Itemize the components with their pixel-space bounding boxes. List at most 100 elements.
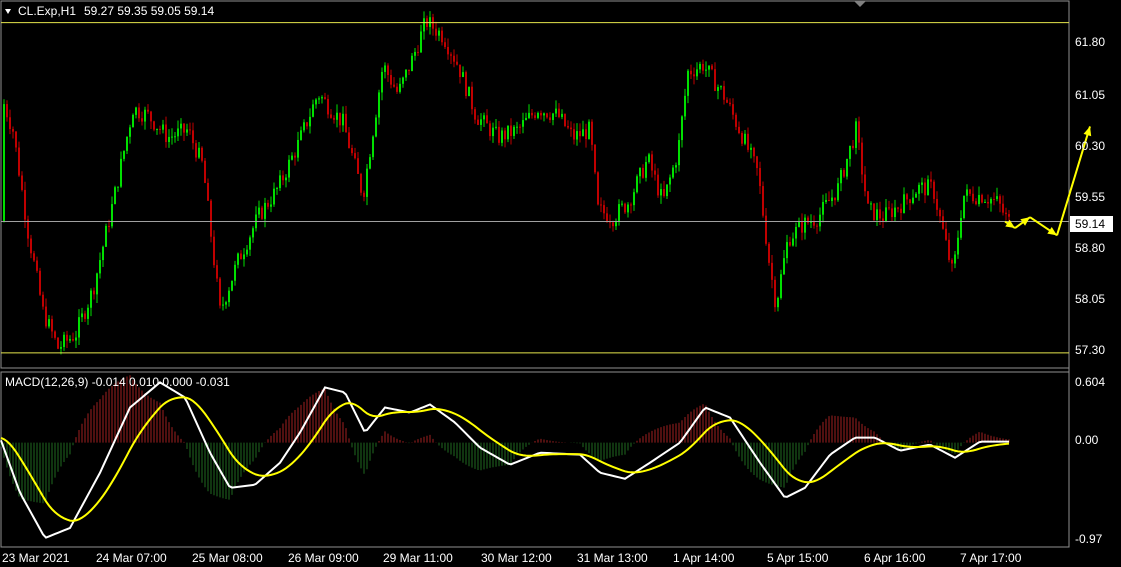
candle-body — [510, 125, 512, 136]
candle-body — [627, 204, 629, 213]
candle-body — [348, 132, 350, 149]
candle-body — [948, 239, 950, 260]
candle-body — [213, 236, 215, 266]
candle-body — [117, 186, 119, 188]
candle-body — [90, 290, 92, 308]
candle-body — [309, 116, 311, 127]
price-pane[interactable] — [0, 0, 1070, 369]
candle-body — [486, 115, 488, 124]
candle-body — [792, 238, 794, 246]
candle-body — [162, 124, 164, 130]
candle-body — [240, 253, 242, 260]
candle-body — [378, 92, 380, 118]
trading-chart[interactable]: CL.Exp,H1 59.27 59.35 59.05 59.14 61.80 … — [0, 0, 1121, 567]
candle-body — [951, 259, 953, 264]
macd-pane[interactable] — [0, 371, 1070, 548]
candle-body — [840, 170, 842, 184]
candle-body — [417, 51, 419, 53]
candle-body — [804, 217, 806, 233]
candle-body — [513, 126, 515, 136]
candle-body — [21, 175, 23, 190]
candle-body — [96, 273, 98, 295]
price-tick: 57.30 — [1075, 343, 1105, 357]
candle-body — [930, 179, 932, 182]
candle-body — [861, 142, 863, 175]
candle-body — [15, 131, 17, 148]
candle-body — [873, 203, 875, 220]
candle-body — [153, 121, 155, 130]
candle-body — [324, 97, 326, 99]
candle-body — [360, 173, 362, 193]
candle-body — [720, 86, 722, 88]
symbol-label: CL.Exp,H1 — [18, 4, 76, 18]
candle-body — [699, 63, 701, 70]
candle-body — [267, 202, 269, 207]
time-tick: 23 Mar 2021 — [2, 551, 70, 565]
candle-body — [543, 113, 545, 116]
candle-body — [291, 155, 293, 160]
candle-body — [129, 127, 131, 137]
candle-body — [858, 121, 860, 143]
candle-body — [372, 136, 374, 158]
candle-body — [429, 17, 431, 27]
candle-body — [114, 187, 116, 205]
candle-body — [246, 249, 248, 255]
candle-body — [327, 98, 329, 115]
candle-body — [150, 111, 152, 122]
candle-body — [528, 112, 530, 118]
candle-body — [963, 195, 965, 219]
candle-body — [681, 116, 683, 141]
candle-body — [210, 200, 212, 237]
candle-body — [717, 87, 719, 91]
candle-body — [69, 339, 71, 341]
candle-body — [156, 128, 158, 130]
candle-body — [705, 69, 707, 71]
candle-body — [561, 113, 563, 117]
candle-body — [660, 189, 662, 196]
candle-body — [936, 198, 938, 210]
candle-body — [774, 279, 776, 308]
time-tick: 1 Apr 14:00 — [673, 551, 735, 565]
candle-body — [447, 46, 449, 55]
candle-body — [381, 71, 383, 93]
candle-body — [816, 225, 818, 227]
candle-body — [87, 307, 89, 319]
candle-body — [39, 270, 41, 295]
candle-body — [441, 30, 443, 43]
candle-body — [57, 337, 59, 349]
candle-body — [423, 18, 425, 32]
candle-body — [738, 126, 740, 134]
candle-body — [780, 274, 782, 298]
candle-body — [864, 174, 866, 192]
candle-body — [99, 260, 101, 274]
candle-body — [294, 155, 296, 158]
candle-body — [732, 104, 734, 115]
candle-body — [606, 213, 608, 222]
candle-body — [678, 140, 680, 166]
candle-body — [342, 113, 344, 126]
candle-body — [414, 51, 416, 56]
candle-body — [339, 112, 341, 126]
candle-body — [1002, 203, 1004, 213]
candle-body — [771, 262, 773, 280]
candle-body — [825, 199, 827, 203]
candle-body — [663, 189, 665, 197]
candle-body — [813, 221, 815, 226]
candle-body — [387, 65, 389, 76]
candle-body — [519, 126, 521, 128]
candle-body — [750, 147, 752, 150]
candle-body — [105, 225, 107, 247]
candle-body — [18, 147, 20, 176]
candle-body — [468, 86, 470, 97]
candle-body — [576, 131, 578, 140]
candle-body — [459, 64, 461, 78]
candle-body — [108, 225, 110, 227]
candle-body — [507, 125, 509, 140]
candle-body — [564, 113, 566, 127]
candle-body — [435, 28, 437, 36]
candle-body — [330, 114, 332, 118]
candle-body — [81, 313, 83, 318]
candle-body — [822, 202, 824, 215]
candle-body — [795, 226, 797, 239]
candle-body — [612, 222, 614, 227]
